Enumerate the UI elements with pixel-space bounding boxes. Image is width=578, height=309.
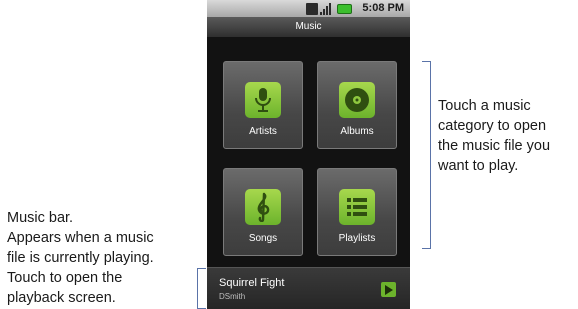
status-icons bbox=[306, 2, 352, 15]
status-time: 5:08 PM bbox=[362, 2, 404, 14]
now-playing-title: Squirrel Fight bbox=[219, 277, 285, 289]
signal-icon bbox=[320, 2, 332, 15]
music-bar[interactable]: Squirrel Fight DSmith bbox=[207, 267, 410, 309]
status-bar: 5:08 PM bbox=[207, 0, 410, 17]
usb-icon bbox=[306, 2, 318, 15]
songs-label: Songs bbox=[248, 233, 278, 244]
app-title: Music bbox=[207, 17, 410, 37]
treble-clef-icon bbox=[245, 189, 281, 225]
list-icon bbox=[339, 189, 375, 225]
category-grid: Artists Albums Songs Playlists bbox=[207, 37, 410, 267]
play-icon[interactable] bbox=[381, 282, 396, 297]
now-playing-artist: DSmith bbox=[219, 292, 246, 301]
songs-tile[interactable]: Songs bbox=[223, 168, 303, 256]
albums-tile[interactable]: Albums bbox=[317, 61, 397, 149]
albums-label: Albums bbox=[340, 126, 374, 137]
categories-callout-text: Touch a music category to open the music… bbox=[438, 98, 551, 174]
playlists-label: Playlists bbox=[338, 233, 376, 244]
disc-icon bbox=[339, 82, 375, 118]
music-bar-callout-bracket bbox=[197, 268, 206, 309]
battery-icon bbox=[337, 3, 352, 14]
artists-label: Artists bbox=[249, 126, 277, 137]
microphone-icon bbox=[245, 82, 281, 118]
categories-callout-bracket bbox=[422, 61, 431, 249]
artists-tile[interactable]: Artists bbox=[223, 61, 303, 149]
playlists-tile[interactable]: Playlists bbox=[317, 168, 397, 256]
music-bar-callout-text: Music bar. Appears when a music file is … bbox=[7, 210, 154, 306]
phone-screen: 5:08 PM Music Artists Albums Songs Playl… bbox=[207, 0, 410, 309]
